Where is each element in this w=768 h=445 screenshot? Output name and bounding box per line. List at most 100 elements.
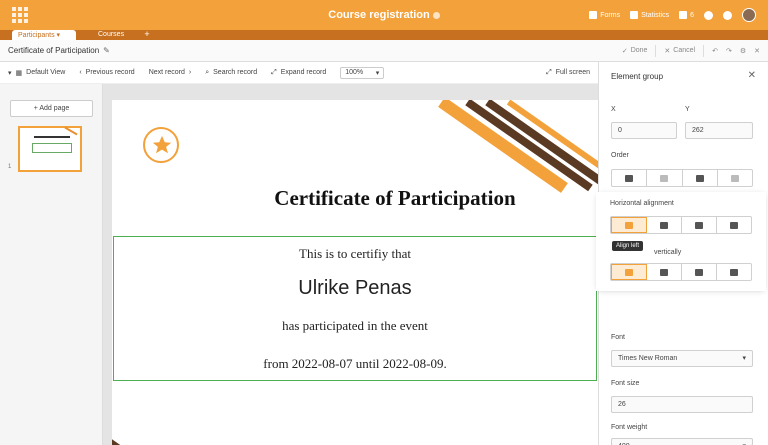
star-icon	[152, 135, 172, 154]
status-dot-icon	[432, 11, 440, 19]
next-record-button[interactable]: Next record ›	[149, 69, 192, 76]
tab-courses[interactable]: Courses	[92, 30, 130, 40]
date-range-text[interactable]: from 2022-08-07 until 2022-08-09.	[112, 356, 598, 372]
chevron-down-icon: ▾	[742, 355, 746, 362]
align-center-icon	[660, 221, 668, 229]
panel-close-icon[interactable]: ✕	[748, 70, 756, 81]
add-table-icon[interactable]: +	[142, 30, 152, 40]
align-left-button[interactable]	[611, 217, 647, 233]
send-to-back-button[interactable]	[718, 170, 752, 186]
align-right-icon	[695, 221, 703, 229]
horizontal-alignment-buttons	[610, 216, 752, 234]
zoom-value: 100%	[345, 68, 364, 76]
full-screen-button[interactable]: ⤢ Full screen	[546, 69, 590, 77]
horizontal-alignment-label: Horizontal alignment	[610, 200, 674, 207]
align-left-icon	[625, 221, 633, 229]
y-input[interactable]: 262	[685, 122, 753, 139]
font-size-input[interactable]: 26	[611, 396, 753, 413]
align-right-button[interactable]	[682, 217, 717, 233]
panel-title: Element group	[611, 72, 664, 81]
thumb-stripe	[64, 126, 78, 136]
decor-stripe	[112, 431, 134, 445]
bring-forward-button[interactable]	[647, 170, 683, 186]
statistics-button[interactable]: Statistics	[630, 11, 669, 19]
certify-text[interactable]: This is to certifiy that	[112, 246, 598, 262]
font-weight-value: 400	[618, 439, 630, 445]
bring-front-icon	[625, 174, 634, 182]
bell-icon[interactable]	[723, 10, 732, 20]
participant-name[interactable]: Ulrike Penas	[112, 277, 598, 300]
table-tabs: Participants ▾ Courses +	[0, 30, 768, 40]
chevron-down-icon: ▾	[375, 69, 380, 77]
search-record-button[interactable]: ⌕ Search record	[205, 69, 257, 77]
distribute-vertical-button[interactable]	[717, 264, 751, 280]
edit-pencil-icon[interactable]: ✎	[103, 46, 110, 55]
tab-participants[interactable]: Participants ▾	[12, 30, 76, 40]
send-backward-icon	[695, 174, 704, 182]
align-bottom-icon	[695, 268, 703, 276]
certificate-title[interactable]: Certificate of Participation	[112, 186, 598, 211]
bring-forward-icon	[660, 174, 669, 182]
statistics-label: Statistics	[641, 11, 670, 19]
participated-text[interactable]: has participated in the event	[112, 318, 598, 334]
search-icon: ⌕	[205, 68, 210, 76]
bring-to-front-button[interactable]	[612, 170, 648, 186]
align-center-button[interactable]	[647, 217, 682, 233]
cancel-button[interactable]: ✕ Cancel	[664, 47, 695, 55]
font-select[interactable]: Times New Roman ▾	[611, 350, 753, 367]
expand-icon: ⤢	[271, 68, 277, 76]
close-icon: ✕	[664, 47, 671, 55]
view-label: Default View	[26, 69, 66, 76]
thumb-title	[34, 136, 70, 138]
close-dialog-icon[interactable]: ✕	[754, 47, 760, 55]
done-button[interactable]: ✓ Done	[622, 47, 648, 55]
star-badge-icon[interactable]	[143, 127, 179, 163]
align-middle-button[interactable]	[647, 264, 682, 280]
send-backward-button[interactable]	[683, 170, 718, 186]
forms-label: Forms	[600, 11, 621, 19]
view-selector[interactable]: ▾ ▦ Default View	[8, 69, 65, 77]
font-value: Times New Roman	[618, 355, 678, 362]
cancel-label: Cancel	[673, 47, 696, 54]
help-icon[interactable]	[704, 10, 713, 20]
redo-icon[interactable]: ↷	[726, 47, 732, 55]
align-bottom-button[interactable]	[682, 264, 717, 280]
distribute-horizontal-button[interactable]	[717, 217, 751, 233]
chevron-right-icon: ›	[188, 69, 192, 76]
vertical-alignment-label: vertically	[654, 249, 682, 256]
thumb-group	[32, 143, 72, 153]
expand-record-button[interactable]: ⤢ Expand record	[271, 69, 326, 77]
zoom-select[interactable]: 100% ▾	[340, 66, 385, 79]
undo-icon[interactable]: ↶	[712, 47, 718, 55]
add-page-button[interactable]: + Add page	[10, 100, 93, 117]
app-title-text: Course registration	[328, 9, 430, 21]
full-screen-label: Full screen	[555, 69, 590, 76]
forms-button[interactable]: Forms	[589, 11, 620, 19]
canvas-area: Certificate of Participation This is to …	[103, 84, 598, 445]
dialog-title: Certificate of Participation	[8, 46, 100, 55]
done-label: Done	[630, 47, 648, 54]
users-count: 6	[690, 11, 694, 19]
dialog-header: Certificate of Participation ✎ ✓ Done ✕ Ca…	[0, 40, 768, 62]
x-input[interactable]: 0	[611, 122, 677, 139]
settings-gear-icon[interactable]: ⚙	[740, 47, 746, 55]
users-icon	[679, 11, 688, 19]
font-label: Font	[611, 334, 626, 341]
order-label: Order	[611, 152, 629, 159]
chevron-left-icon: ‹	[79, 69, 82, 76]
fullscreen-icon: ⤢	[546, 68, 552, 76]
search-record-label: Search record	[213, 69, 258, 76]
y-label: Y	[685, 106, 690, 113]
align-top-button[interactable]	[611, 264, 647, 280]
font-weight-select[interactable]: 400 ▾	[611, 438, 753, 445]
check-icon: ✓	[621, 47, 628, 55]
bar-chart-icon	[630, 11, 639, 19]
users-button[interactable]: 6	[679, 11, 694, 19]
divider	[703, 44, 705, 57]
x-label: X	[611, 106, 616, 113]
previous-record-button[interactable]: ‹ Previous record	[79, 69, 134, 76]
avatar[interactable]	[742, 8, 756, 22]
expand-record-label: Expand record	[280, 69, 327, 76]
page-thumbnail[interactable]	[18, 126, 82, 172]
table-view-icon: ▦	[15, 69, 23, 77]
